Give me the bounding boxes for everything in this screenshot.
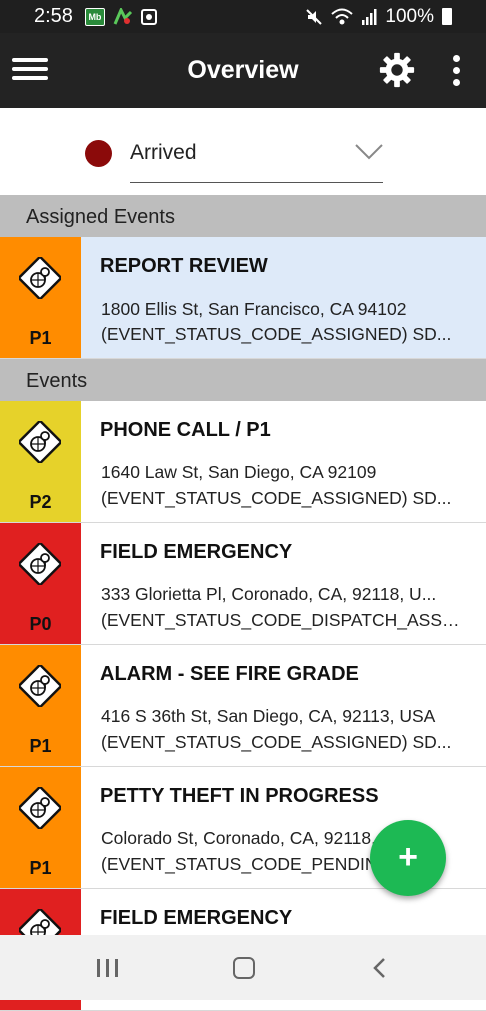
hamburger-menu-icon[interactable] — [12, 53, 48, 89]
event-address: 1640 Law St, San Diego, CA 92109 — [101, 462, 377, 482]
event-status: (EVENT_STATUS_CODE_ASSIGNED) SD... — [101, 732, 452, 752]
photo-icon — [140, 8, 157, 25]
event-title: FIELD EMERGENCY — [100, 907, 293, 929]
event-status: (EVENT_STATUS_CODE_ASSIGNED) SD... — [101, 324, 452, 344]
back-icon[interactable] — [370, 957, 392, 979]
battery-percent: 100% — [385, 5, 434, 27]
event-location-icon — [19, 787, 61, 829]
app-bar: Overview — [0, 33, 486, 108]
unit-status-value: Arrived — [130, 141, 197, 164]
event-card-assigned[interactable]: P1 REPORT REVIEW 1800 Ellis St, San Fran… — [0, 237, 486, 359]
event-address: 416 S 36th St, San Diego, CA, 92113, USA — [101, 706, 436, 726]
event-location-icon — [19, 257, 61, 299]
priority-block: P1 — [0, 767, 81, 888]
event-location-icon — [19, 421, 61, 463]
unit-status-dropdown[interactable]: Arrived — [130, 136, 383, 183]
settings-gear-icon[interactable] — [378, 51, 416, 89]
map-icon — [113, 7, 132, 25]
battery-icon — [442, 8, 452, 25]
priority-label: P1 — [29, 328, 52, 348]
event-title: PHONE CALL / P1 — [100, 419, 271, 441]
priority-block: P2 — [0, 401, 81, 522]
status-time: 2:58 — [34, 5, 73, 27]
event-card[interactable]: P0 FIELD EMERGENCY 333 Glorietta Pl, Cor… — [0, 523, 486, 645]
signal-icon — [362, 8, 377, 25]
mute-icon — [306, 8, 323, 25]
system-nav-bar — [0, 935, 486, 1000]
event-status: (EVENT_STATUS_CODE_DISPATCH_ASSI... — [101, 610, 461, 630]
priority-label: P1 — [29, 858, 52, 878]
event-title: ALARM - SEE FIRE GRADE — [100, 663, 359, 685]
status-bar: 2:58 Mb 100% — [0, 0, 486, 33]
wifi-icon — [331, 8, 354, 24]
section-header-events: Events — [0, 359, 486, 401]
event-card[interactable]: P1 ALARM - SEE FIRE GRADE 416 S 36th St,… — [0, 645, 486, 767]
add-event-button[interactable]: + — [370, 820, 446, 896]
event-location-icon — [19, 543, 61, 585]
more-options-icon[interactable] — [446, 51, 466, 91]
home-icon[interactable] — [233, 957, 255, 979]
event-address: 1800 Ellis St, San Francisco, CA 94102 — [101, 299, 407, 319]
event-address: 333 Glorietta Pl, Coronado, CA, 92118, U… — [101, 584, 437, 604]
priority-label: P1 — [29, 736, 52, 756]
section-title-events: Events — [26, 370, 88, 392]
chevron-down-icon — [355, 144, 383, 160]
event-card[interactable]: P2 PHONE CALL / P1 1640 Law St, San Dieg… — [0, 401, 486, 523]
priority-label: P0 — [29, 614, 52, 634]
event-title: REPORT REVIEW — [100, 255, 268, 277]
priority-label: P2 — [29, 492, 52, 512]
status-color-dot — [85, 140, 112, 167]
priority-block: P1 — [0, 645, 81, 766]
event-location-icon — [19, 665, 61, 707]
unit-status-row: Arrived — [0, 108, 486, 195]
priority-block: P0 — [0, 523, 81, 644]
event-status: (EVENT_STATUS_CODE_ASSIGNED) SD... — [101, 488, 452, 508]
event-title: PETTY THEFT IN PROGRESS — [100, 785, 379, 807]
notification-badge: Mb — [84, 7, 105, 26]
section-header-assigned: Assigned Events — [0, 195, 486, 237]
event-title: FIELD EMERGENCY — [100, 541, 293, 563]
recent-apps-icon[interactable] — [97, 959, 119, 977]
section-title-assigned: Assigned Events — [26, 206, 175, 228]
priority-block: P1 — [0, 237, 81, 358]
